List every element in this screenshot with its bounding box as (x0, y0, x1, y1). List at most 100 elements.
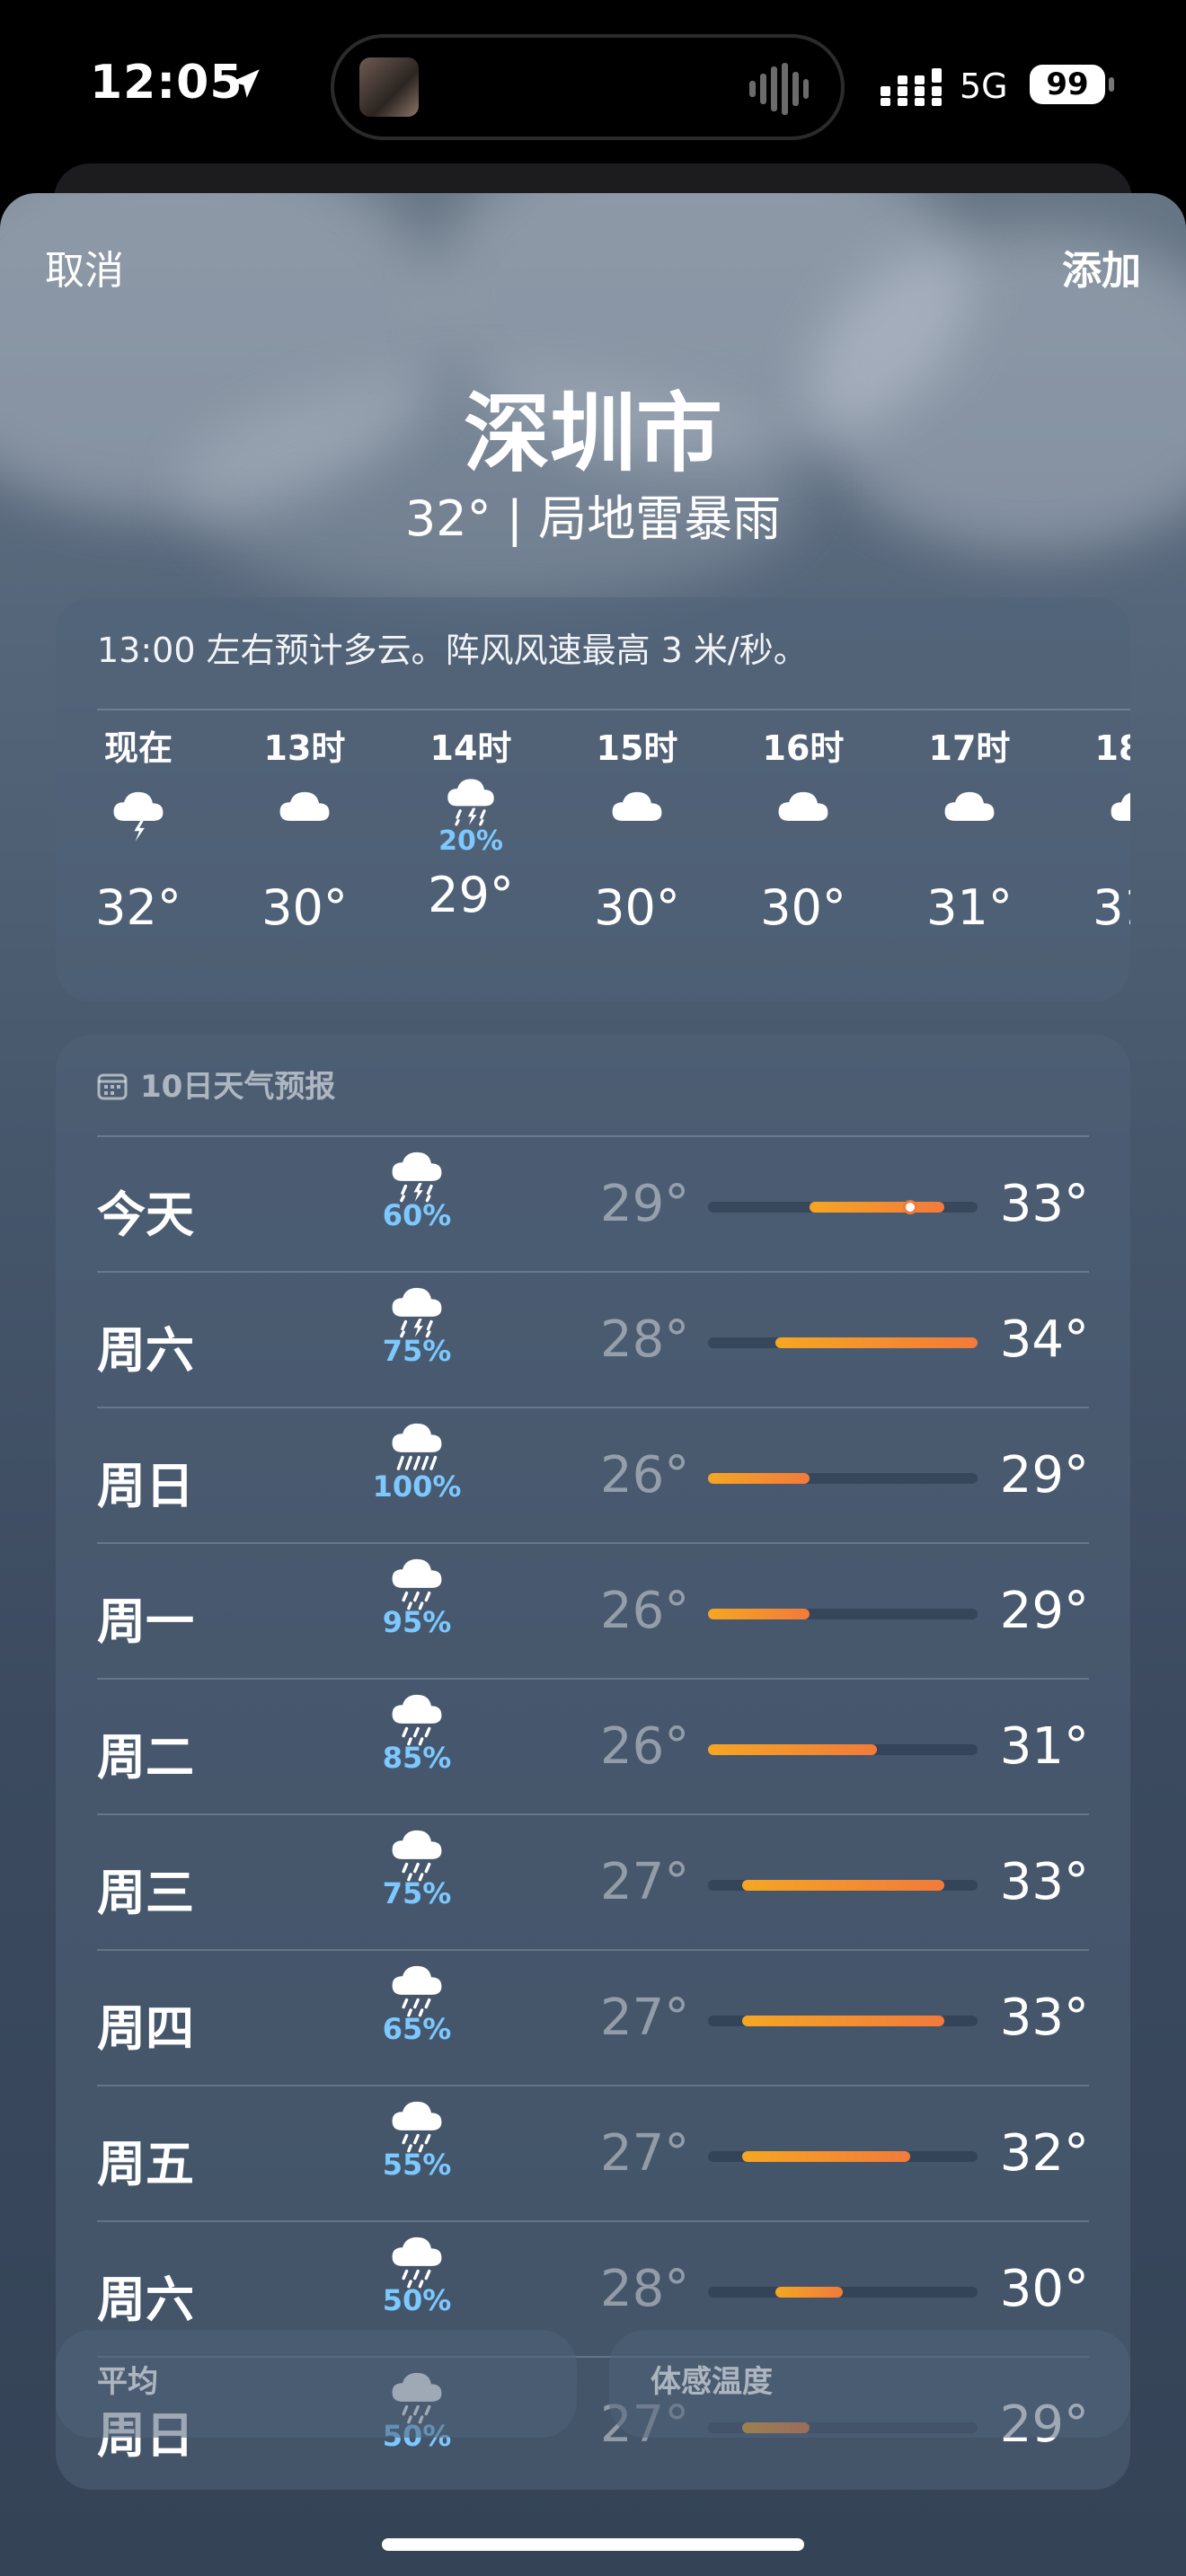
hour-temp: 30° (760, 879, 846, 936)
averages-title: 平均 (97, 2364, 158, 2400)
temp-range-bar (809, 1202, 944, 1213)
cellular-signal-icon (881, 68, 942, 106)
hour-temp: 30° (261, 879, 348, 936)
temp-range-track (708, 2016, 978, 2026)
high-temp: 34° (999, 1310, 1089, 1369)
rain-icon (392, 2101, 442, 2153)
weather-preview-sheet: 取消 添加 深圳市 32° | 局地雷暴雨 13:00 左右预计多云。阵风风速最… (0, 193, 1186, 2576)
battery-tip (1109, 77, 1114, 92)
hour-temp: 31° (926, 879, 1013, 936)
thunderstorm-rain-icon (392, 1287, 442, 1338)
hour-temp: 32° (95, 879, 181, 936)
city-name: 深圳市 (464, 384, 722, 484)
cancel-button[interactable]: 取消 (45, 238, 124, 296)
day-precip: 75% (382, 1876, 452, 1910)
daily-row[interactable]: 周二 85% 26° 31° (97, 1678, 1089, 1813)
ten-day-title: 10日天气预报 (140, 1069, 336, 1105)
temp-range-bar (741, 2151, 910, 2162)
averages-card[interactable]: 平均 (56, 2330, 577, 2438)
hourly-scroller[interactable]: 现在32°13时30°14时20%29°15时30°16时30°17时31°18… (56, 723, 1130, 992)
hour-temp: 31° (1093, 879, 1130, 936)
day-weather: 95% (363, 1553, 471, 1639)
ten-day-forecast-card[interactable]: 10日天气预报 今天 60% 29° 33° 周六 75% 28° 34° 周日 100% 26° 2… (56, 1035, 1130, 2490)
high-temp: 33° (999, 1853, 1089, 1911)
hour-column: 13时 30° (224, 723, 385, 936)
row-divider (97, 2085, 1089, 2086)
feels-like-title: 体感温度 (651, 2364, 773, 2400)
temp-range-bar (775, 1337, 978, 1348)
day-label: 周日 (97, 1458, 194, 1514)
day-weather: 55% (363, 2095, 471, 2182)
hour-icon-wrap: 20% (390, 773, 552, 857)
high-temp: 29° (999, 1446, 1089, 1504)
temp-range-track (708, 1880, 978, 1891)
day-weather: 75% (363, 1824, 471, 1910)
daily-row[interactable]: 今天 60% 29° 33° (97, 1135, 1089, 1270)
hour-label: 17时 (928, 728, 1011, 768)
hourly-forecast-card[interactable]: 13:00 左右预计多云。阵风风速最高 3 米/秒。 现在 32° 13时 30° 14… (56, 597, 1130, 1001)
daily-row[interactable]: 周五 55% 27° 32° (97, 2085, 1089, 2219)
heavy-rain-icon (392, 1423, 442, 1470)
daily-row[interactable]: 周一 95% 26° 29° (97, 1542, 1089, 1677)
row-divider (97, 1271, 1089, 1273)
high-temp: 29° (999, 1582, 1089, 1640)
battery-level: 99 (1030, 65, 1105, 104)
day-label: 周六 (97, 1322, 194, 1379)
rain-icon (392, 1558, 442, 1610)
row-divider (97, 1678, 1089, 1680)
day-weather: 65% (363, 1960, 471, 2046)
temp-range-bar (741, 1880, 944, 1891)
high-temp: 33° (999, 1989, 1089, 2047)
low-temp: 26° (600, 1446, 690, 1504)
thunderstorm-rain-icon (392, 1151, 442, 1203)
temp-range-track (708, 1473, 978, 1484)
day-weather: 75% (363, 1282, 471, 1368)
hour-precip: 20% (438, 825, 503, 857)
row-divider (97, 1813, 1089, 1815)
thunder-cloud-icon (113, 791, 164, 842)
row-divider (97, 1542, 1089, 1544)
temp-range-track (708, 2151, 978, 2162)
hour-temp: 30° (594, 879, 680, 936)
day-weather: 50% (363, 2231, 471, 2317)
daily-row[interactable]: 周日 100% 26° 29° (97, 1407, 1089, 1541)
day-precip: 50% (382, 2283, 452, 2317)
daily-row[interactable]: 周六 75% 28° 34° (97, 1271, 1089, 1406)
temp-range-bar (708, 1473, 810, 1484)
hour-label: 15时 (596, 728, 678, 768)
low-temp: 27° (600, 1853, 690, 1911)
hour-icon-wrap (722, 773, 884, 867)
day-precip: 65% (382, 2012, 452, 2046)
thunderstorm-rain-icon (447, 779, 494, 826)
row-divider (97, 1135, 1089, 1137)
temp-range-bar (741, 2016, 944, 2026)
hour-icon-wrap (58, 773, 219, 867)
day-label: 周五 (97, 2136, 194, 2192)
day-precip: 85% (382, 1741, 452, 1775)
day-label: 周三 (97, 1865, 194, 1921)
day-precip: 55% (382, 2148, 452, 2182)
day-label: 周六 (97, 2272, 194, 2328)
daily-row[interactable]: 周四 65% 27° 33° (97, 1949, 1089, 2084)
ten-day-header: 10日天气预报 (97, 1062, 335, 1106)
home-indicator[interactable] (382, 2538, 804, 2551)
feels-like-card[interactable]: 体感温度 (609, 2330, 1130, 2438)
current-temp-dot (903, 1200, 917, 1214)
add-button[interactable]: 添加 (1062, 238, 1141, 296)
hour-column: 17时 31° (889, 723, 1050, 936)
low-temp: 26° (600, 1582, 690, 1640)
low-temp: 28° (600, 1310, 690, 1369)
audio-waveform-icon (749, 63, 809, 115)
temp-range-track (708, 1337, 978, 1348)
network-type: 5G (960, 66, 1008, 106)
day-precip: 95% (382, 1605, 452, 1639)
temp-range-track (708, 1609, 978, 1619)
location-arrow-icon (231, 69, 260, 98)
rain-icon (392, 2236, 442, 2289)
status-time: 12:05 (90, 56, 243, 110)
dynamic-island[interactable] (331, 34, 845, 140)
row-divider (97, 2220, 1089, 2222)
temp-range-track (708, 1744, 978, 1755)
now-playing-artwork[interactable] (359, 57, 419, 117)
daily-row[interactable]: 周三 75% 27° 33° (97, 1813, 1089, 1948)
